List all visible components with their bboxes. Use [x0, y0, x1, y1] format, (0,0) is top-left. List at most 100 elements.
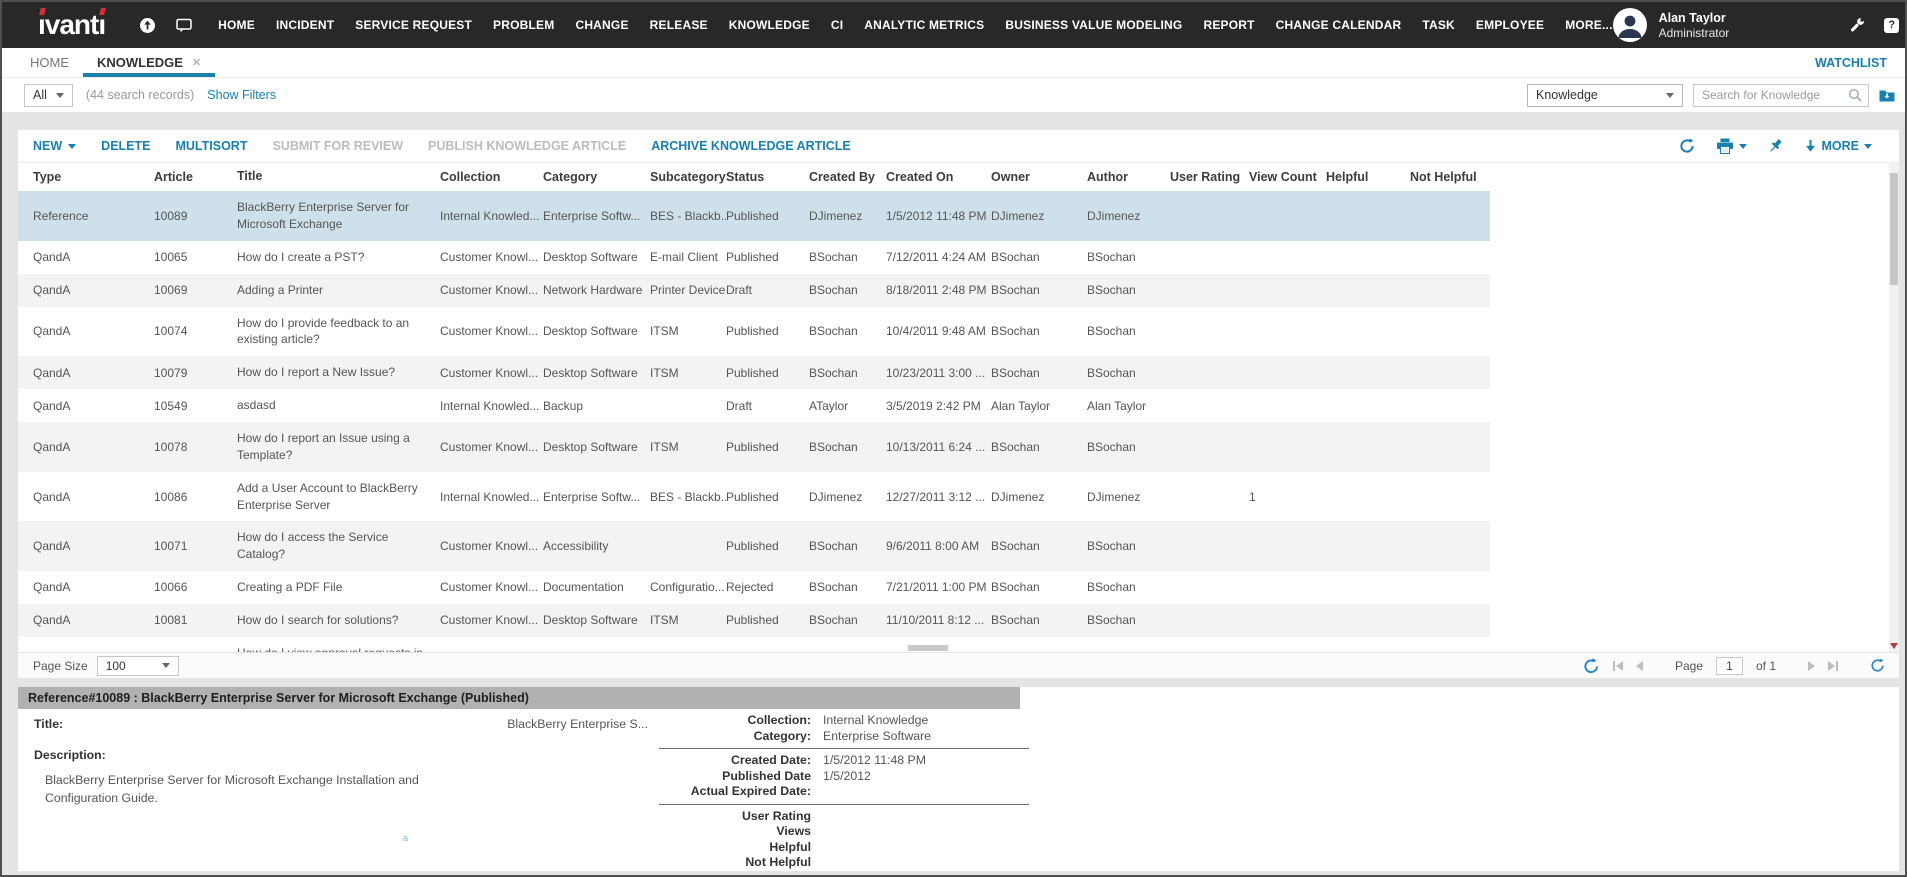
tab-knowledge[interactable]: KNOWLEDGE ✕ — [83, 48, 215, 77]
column-header-status[interactable]: Status — [726, 170, 809, 184]
new-button-label: NEW — [33, 139, 62, 153]
nav-item-employee[interactable]: EMPLOYEE — [1476, 18, 1544, 32]
column-header-collection[interactable]: Collection — [440, 170, 543, 184]
table-row[interactable]: Reference10089BlackBerry Enterprise Serv… — [18, 191, 1490, 241]
tab-home[interactable]: HOME — [16, 48, 83, 77]
table-row[interactable]: QandA10549asdasdInternal Knowled...Backu… — [18, 389, 1490, 422]
user-menu[interactable]: Alan Taylor Administrator — [1613, 8, 1730, 42]
cell-subcategory: Configuratio... — [650, 580, 726, 594]
column-header-category[interactable]: Category — [543, 170, 650, 184]
nav-item-ci[interactable]: CI — [831, 18, 843, 32]
cell-article: 10074 — [154, 324, 237, 338]
column-header-title[interactable]: Title — [237, 160, 440, 194]
search-icon[interactable] — [1848, 88, 1862, 102]
column-header-article[interactable]: Article — [154, 170, 237, 184]
vertical-scrollbar[interactable] — [1889, 163, 1899, 652]
column-header-created_on[interactable]: Created On — [886, 170, 991, 184]
previous-page-button — [1636, 661, 1643, 671]
cell-status: Published — [726, 209, 809, 223]
cell-article: 10078 — [154, 440, 237, 454]
nav-item-service-request[interactable]: SERVICE REQUEST — [355, 18, 472, 32]
show-filters-link[interactable]: Show Filters — [207, 88, 276, 102]
module-select[interactable]: Knowledge — [1527, 84, 1683, 107]
nav-item-home[interactable]: HOME — [218, 18, 255, 32]
table-header-row: TypeArticleTitleCollectionCategorySubcat… — [18, 163, 1899, 191]
more-button[interactable]: MORE — [1804, 139, 1873, 153]
cell-created_by: BSochan — [809, 539, 886, 553]
page-number-input[interactable] — [1716, 657, 1743, 675]
retrieve-all-icon[interactable] — [1583, 658, 1600, 674]
record-detail-panel: Reference#10089 : BlackBerry Enterprise … — [18, 687, 1899, 871]
table-row[interactable]: QandA10078How do I report an Issue using… — [18, 422, 1490, 472]
nav-item-task[interactable]: TASK — [1422, 18, 1455, 32]
table-row[interactable]: QandA10065How do I create a PST?Customer… — [18, 241, 1490, 274]
grid-toolbar: NEW DELETE MULTISORT SUBMIT FOR REVIEW P… — [18, 130, 1899, 163]
nav-item-knowledge[interactable]: KNOWLEDGE — [729, 18, 810, 32]
nav-item-release[interactable]: RELEASE — [650, 18, 708, 32]
table-row[interactable]: QandA10082How do I view approval request… — [18, 637, 1490, 652]
scroll-down-arrow-icon[interactable] — [1890, 643, 1898, 649]
wrench-icon[interactable] — [1849, 17, 1865, 33]
close-tab-icon[interactable]: ✕ — [192, 56, 201, 69]
cell-owner: BSochan — [991, 613, 1087, 627]
cell-status: Published — [726, 250, 809, 264]
cell-view_count: 1 — [1249, 490, 1326, 504]
cell-article: 10071 — [154, 539, 237, 553]
nav-item-report[interactable]: REPORT — [1203, 18, 1254, 32]
table-row[interactable]: QandA10074How do I provide feedback to a… — [18, 307, 1490, 357]
cell-collection: Customer Knowl... — [440, 440, 543, 454]
table-row[interactable]: QandA10069Adding a PrinterCustomer Knowl… — [18, 274, 1490, 307]
nav-item-problem[interactable]: PROBLEM — [493, 18, 554, 32]
print-icon[interactable] — [1716, 138, 1747, 154]
chevron-down-icon — [68, 144, 76, 149]
cell-type: QandA — [33, 539, 154, 553]
column-header-type[interactable]: Type — [33, 170, 154, 184]
search-input[interactable] — [1700, 87, 1848, 103]
refresh-icon[interactable] — [1679, 138, 1695, 154]
target-icon[interactable] — [139, 17, 156, 34]
cell-collection: Customer Knowl... — [440, 539, 543, 553]
column-header-author[interactable]: Author — [1087, 170, 1170, 184]
chat-icon[interactable] — [176, 18, 192, 33]
table-row[interactable]: QandA10079How do I report a New Issue?Cu… — [18, 356, 1490, 389]
nav-item-incident[interactable]: INCIDENT — [276, 18, 334, 32]
column-header-user_rating[interactable]: User Rating — [1170, 170, 1249, 184]
table-row[interactable]: QandA10071How do I access the Service Ca… — [18, 521, 1490, 571]
detail-field-label: Not Helpful — [659, 855, 811, 871]
table-row[interactable]: QandA10066Creating a PDF FileCustomer Kn… — [18, 571, 1490, 604]
refresh-list-icon[interactable] — [1870, 658, 1885, 673]
column-header-not_helpful[interactable]: Not Helpful — [1410, 170, 1490, 184]
nav-item-more[interactable]: MORE... — [1565, 18, 1612, 32]
cell-article: 10081 — [154, 613, 237, 627]
vertical-scrollbar-thumb[interactable] — [1890, 173, 1898, 285]
nav-item-change[interactable]: CHANGE — [575, 18, 628, 32]
column-header-subcategory[interactable]: Subcategory — [650, 170, 726, 184]
scope-select[interactable]: All — [24, 84, 73, 107]
table-row[interactable]: QandA10086Add a User Account to BlackBer… — [18, 472, 1490, 522]
column-header-owner[interactable]: Owner — [991, 170, 1087, 184]
watchlist-link[interactable]: WATCHLIST — [1815, 56, 1887, 70]
column-header-created_by[interactable]: Created By — [809, 170, 886, 184]
cell-category: Accessibility — [543, 539, 650, 553]
pin-icon[interactable] — [1768, 138, 1783, 154]
page-size-select[interactable]: 100 — [97, 656, 179, 676]
archive-article-button[interactable]: ARCHIVE KNOWLEDGE ARTICLE — [651, 139, 851, 153]
page-size-value: 100 — [106, 659, 126, 673]
multisort-button[interactable]: MULTISORT — [175, 139, 247, 153]
page-label: Page — [1675, 659, 1703, 673]
column-header-helpful[interactable]: Helpful — [1326, 170, 1410, 184]
cell-title: How do I provide feedback to an existing… — [237, 307, 440, 357]
column-header-view_count[interactable]: View Count — [1249, 170, 1326, 184]
new-button[interactable]: NEW — [33, 139, 76, 153]
help-icon[interactable]: ? — [1884, 18, 1899, 33]
nav-item-business-value-modeling[interactable]: BUSINESS VALUE MODELING — [1005, 18, 1182, 32]
detail-field-label: Helpful — [659, 840, 811, 856]
detail-field-label: Collection: — [659, 713, 811, 729]
nav-item-change-calendar[interactable]: CHANGE CALENDAR — [1276, 18, 1402, 32]
horizontal-scrollbar-thumb[interactable] — [908, 645, 948, 651]
nav-item-analytic-metrics[interactable]: ANALYTIC METRICS — [864, 18, 984, 32]
saved-search-folder-icon[interactable] — [1879, 89, 1895, 102]
table-row[interactable]: QandA10081How do I search for solutions?… — [18, 604, 1490, 637]
cell-collection: Internal Knowled... — [440, 399, 543, 413]
delete-button[interactable]: DELETE — [101, 139, 150, 153]
